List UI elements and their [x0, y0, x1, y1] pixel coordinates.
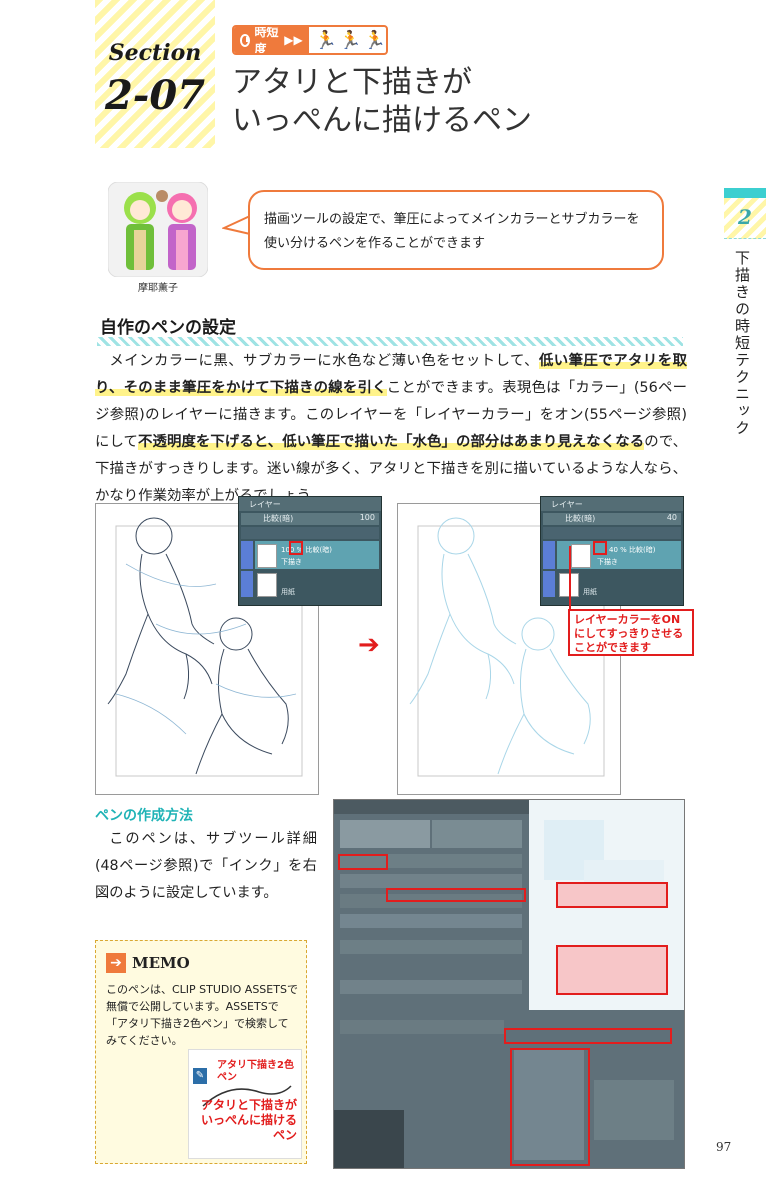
blend-mode-value: 比較(暗): [263, 514, 294, 523]
opacity-value: 100: [359, 513, 375, 522]
speech-bubble: 描画ツールの設定で、筆圧によってメインカラーとサブカラーを使い分けるペンを作るこ…: [248, 190, 664, 270]
blend-mode-select[interactable]: 比較(暗) 40: [543, 513, 681, 525]
visibility-eye-icon[interactable]: [543, 571, 555, 597]
page-title: アタリと下描きが いっぺんに描けるペン: [232, 64, 652, 140]
settings-block: [340, 980, 522, 994]
selected-layer-row[interactable]: 100 % 比較(暗) 下描き: [255, 541, 379, 569]
side-tab-text: 下描きの時短テクニック: [733, 250, 751, 437]
settings-block: [334, 1110, 404, 1168]
layer-panel-before: レイヤー 比較(暗) 100 100 % 比較(暗) 下描き 用紙: [238, 496, 382, 606]
character-name: 摩耶薫子: [138, 283, 178, 294]
paper-thumbnail: [257, 573, 277, 597]
settings-block: [340, 1020, 522, 1034]
character-illustration: [108, 182, 208, 277]
double-arrow-icon: ▶▶: [284, 33, 303, 47]
highlight-box: [386, 888, 526, 902]
side-tab-bar: [724, 188, 766, 198]
runner-icon: 🏃: [339, 29, 362, 51]
callout-connector: [569, 546, 571, 610]
layer-name: 下描き: [281, 558, 302, 566]
asset-thumbnail: ✎ アタリ下描き2色ペン アタリと下描きがいっぺんに描けるペン: [188, 1049, 302, 1159]
sub-tool-detail-screenshot: [333, 799, 685, 1169]
arrow-right-icon: ➔: [106, 953, 126, 973]
layer-panel-header: レイヤー: [239, 497, 381, 511]
memo-box: ➔ MEMO このペンは、CLIP STUDIO ASSETSで無償で公開してい…: [95, 940, 307, 1164]
layer-toolbar[interactable]: [241, 527, 379, 539]
memo-header: ➔ MEMO: [106, 953, 190, 973]
pen-creation-text: このペンは、サブツール詳細(48ページ参照)で「インク」を右図のように設定してい…: [95, 826, 317, 907]
runner-icon: 🏃: [314, 29, 338, 51]
body-paragraph: メインカラーに黒、サブカラーに水色など薄い色をセットして、低い筆圧でアタリを取り…: [95, 348, 687, 510]
pen-creation-heading: ペンの作成方法: [95, 808, 193, 824]
settings-block: [340, 820, 430, 848]
rating-runners: 🏃 🏃 🏃: [309, 27, 386, 53]
title-line-1: アタリと下描きが: [232, 65, 472, 100]
section-heading: 自作のペンの設定: [100, 318, 236, 338]
highlight-box: [504, 1028, 672, 1044]
layer-name: 下描き: [597, 558, 618, 566]
settings-block: [340, 874, 522, 888]
settings-block: [432, 820, 522, 848]
body-text-1: メインカラーに黒、サブカラーに水色など薄い色をセットして、: [109, 353, 539, 369]
layer-panel-header: レイヤー: [541, 497, 683, 511]
body-highlight-2: 不透明度を下げると、低い筆圧で描いた「水色」の部分はあまり見えなくなる: [138, 434, 645, 450]
opacity-value: 40: [666, 513, 677, 522]
visibility-eye-icon[interactable]: [241, 571, 253, 597]
settings-block: [340, 914, 522, 928]
settings-block: [594, 1080, 674, 1140]
time-saving-label-box: 時短度 ▶▶: [234, 27, 309, 53]
section-badge: Section 2-07: [95, 0, 215, 148]
visibility-eye-icon[interactable]: [543, 541, 555, 569]
memo-title: MEMO: [132, 954, 190, 972]
memo-text: このペンは、CLIP STUDIO ASSETSで無償で公開しています。ASSE…: [106, 983, 298, 1047]
blend-mode-value: 比較(暗): [565, 514, 596, 523]
asset-slogan: アタリと下描きがいっぺんに描けるペン: [200, 1098, 297, 1142]
layer-color-highlight: [593, 541, 607, 555]
settings-block: [340, 940, 522, 954]
layer-thumbnail: [257, 544, 277, 568]
heading-underline: [97, 337, 683, 346]
arrow-right-icon: ➔: [358, 630, 380, 660]
visibility-eye-icon[interactable]: [241, 541, 253, 569]
section-word: Section: [108, 40, 202, 66]
layer-color-highlight: [289, 541, 303, 555]
callout-note: レイヤーカラーをONにしてすっきりさせることができます: [568, 609, 694, 656]
runner-icon: 🏃: [363, 29, 386, 51]
layer-tab[interactable]: レイヤー: [249, 499, 281, 510]
layer-tab[interactable]: レイヤー: [551, 499, 583, 510]
title-line-2: いっぺんに描けるペン: [232, 103, 532, 138]
side-tab-number: 2: [738, 205, 752, 229]
settings-title-bar: [334, 800, 529, 814]
paper-layer-row[interactable]: 用紙: [255, 571, 379, 597]
paper-layer-name: 用紙: [281, 588, 295, 596]
highlight-box: [556, 882, 668, 908]
highlight-box: [510, 1048, 590, 1166]
layer-toolbar[interactable]: [543, 527, 681, 539]
paper-layer-name: 用紙: [583, 588, 597, 596]
layer-opacity-mode: 40 % 比較(暗): [609, 546, 656, 554]
time-saving-label: 時短度: [254, 25, 279, 55]
blend-mode-select[interactable]: 比較(暗) 100: [241, 513, 379, 525]
pen-creation-body: このペンは、サブツール詳細(48ページ参照)で「インク」を右図のように設定してい…: [95, 831, 317, 901]
time-saving-badge: 時短度 ▶▶ 🏃 🏃 🏃: [232, 25, 388, 55]
page-number: 97: [716, 1140, 732, 1154]
clock-icon: [240, 33, 251, 47]
section-number: 2-07: [104, 72, 206, 119]
highlight-box: [338, 854, 388, 870]
highlight-box: [556, 945, 668, 995]
